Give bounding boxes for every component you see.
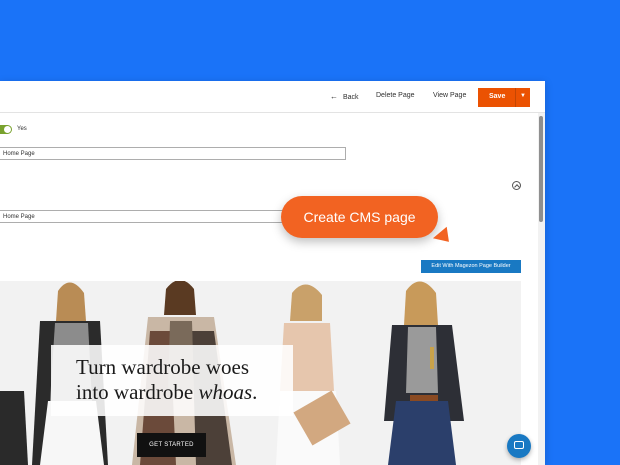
hero-headline-line-1: Turn wardrobe woes: [76, 355, 250, 379]
chevron-up-circle-icon[interactable]: [512, 181, 521, 190]
hero-text-box: Turn wardrobe woes into wardrobe whoas.: [51, 345, 293, 416]
page-title-input[interactable]: Home Page: [0, 147, 346, 160]
caret-down-icon[interactable]: ▼: [520, 93, 526, 99]
toggle-knob: [4, 126, 11, 133]
enable-page-toggle[interactable]: [0, 125, 12, 134]
page-actions-toolbar: ← Back Delete Page View Page Save ▼: [0, 81, 545, 113]
chat-glyph: [514, 441, 524, 449]
meta-title-input[interactable]: Home Page: [0, 210, 288, 223]
get-started-button[interactable]: GET STARTED: [137, 433, 206, 457]
save-button[interactable]: Save ▼: [478, 88, 530, 107]
hero-banner-preview: Turn wardrobe woes into wardrobe whoas. …: [0, 281, 521, 465]
scrollbar-thumb[interactable]: [539, 116, 543, 222]
back-label: Back: [343, 94, 359, 101]
delete-page-button[interactable]: Delete Page: [376, 92, 415, 99]
create-cms-page-callout: Create CMS page: [281, 196, 438, 238]
back-button[interactable]: ← Back: [330, 92, 359, 101]
hero-headline-line-2: into wardrobe whoas.: [76, 380, 257, 405]
hero-headline-suffix: .: [252, 380, 258, 404]
vertical-scrollbar[interactable]: [538, 113, 545, 465]
enable-page-toggle-label: Yes: [17, 126, 27, 132]
hero-headline-prefix: into wardrobe: [76, 380, 199, 404]
hero-headline-emphasis: whoas: [198, 380, 253, 404]
model-figure-edge: [0, 391, 28, 465]
cms-page-editor: ← Back Delete Page View Page Save ▼ Yes H…: [0, 81, 545, 465]
edit-with-page-builder-button[interactable]: Edit With Magezon Page Builder: [421, 260, 521, 273]
save-divider: [515, 88, 516, 107]
view-page-button[interactable]: View Page: [433, 92, 466, 99]
arrow-left-icon: ←: [330, 92, 338, 101]
chat-icon[interactable]: [507, 434, 531, 458]
save-label: Save: [489, 93, 506, 100]
